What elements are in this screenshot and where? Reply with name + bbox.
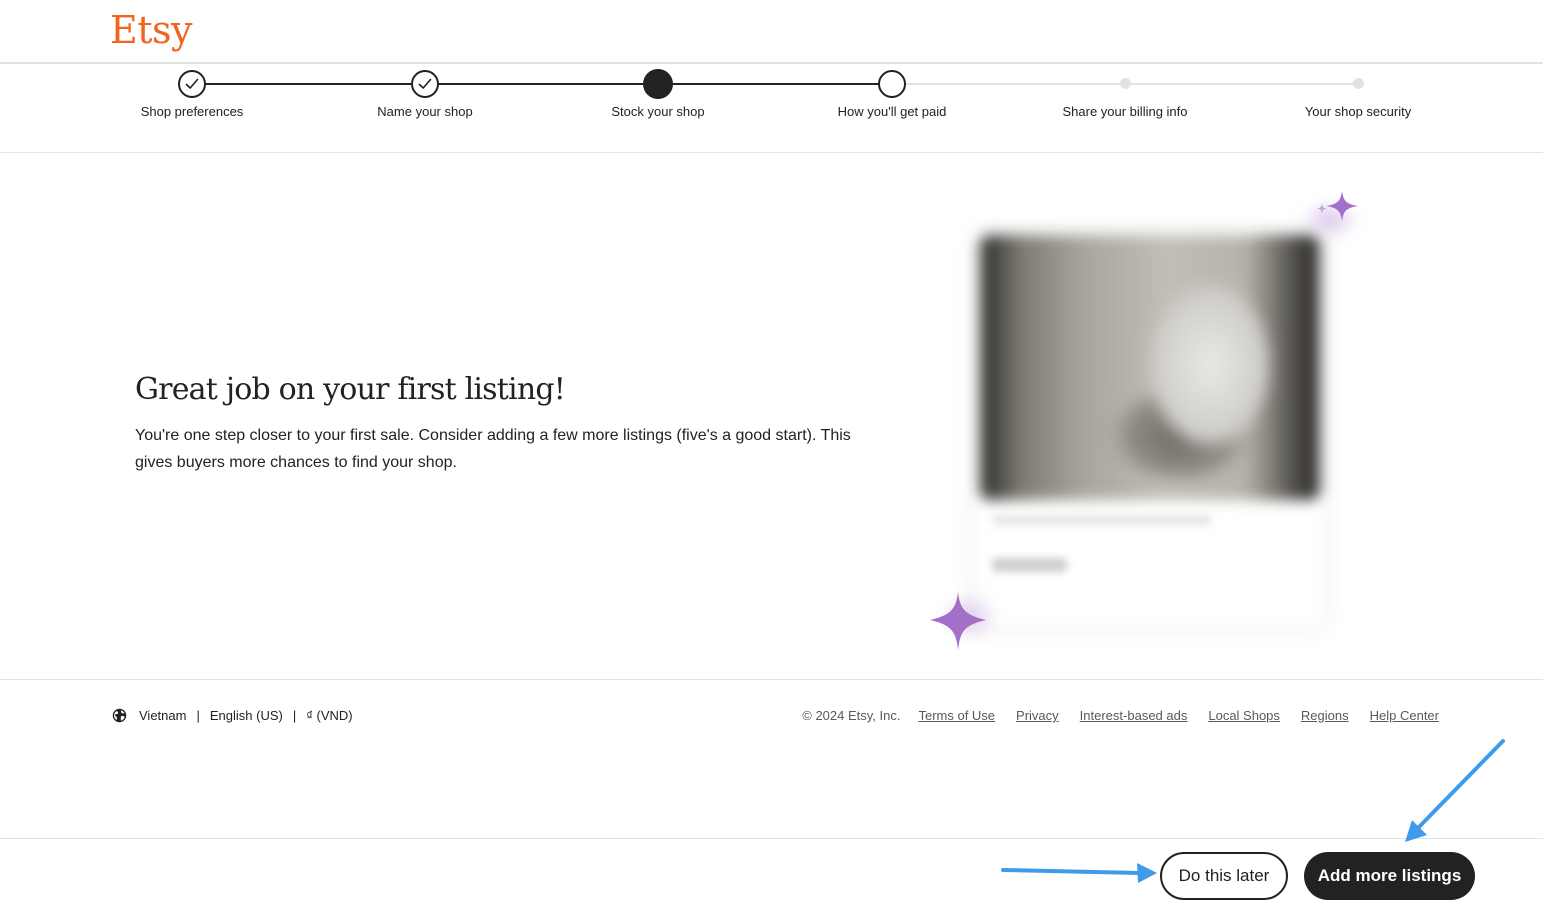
locale-settings[interactable]: Vietnam | English (US) | ₫ (VND) [112,708,353,723]
regions-link[interactable]: Regions [1301,708,1349,723]
privacy-link[interactable]: Privacy [1016,708,1059,723]
site-footer: Vietnam | English (US) | ₫ (VND) © 2024 … [0,679,1543,839]
etsy-logo[interactable]: Etsy [110,8,192,52]
footer-links: © 2024 Etsy, Inc. Terms of Use Privacy I… [802,708,1439,723]
terms-of-use-link[interactable]: Terms of Use [918,708,995,723]
local-shops-link[interactable]: Local Shops [1208,708,1280,723]
globe-icon [112,708,127,723]
bottom-action-bar: Do this later Add more listings [0,838,1543,907]
step-label: Shop preferences [140,104,244,119]
current-step-dot [643,69,673,99]
language-label: English (US) [209,708,283,723]
check-icon [411,70,439,98]
currency-label: ₫ (VND) [306,708,353,723]
step-label: Stock your shop [611,104,705,119]
site-header: Etsy [0,0,1543,64]
step-label: How you'll get paid [837,104,947,119]
interest-based-ads-link[interactable]: Interest-based ads [1080,708,1188,723]
listing-photo-blurred [980,235,1320,500]
step-label: Your shop security [1304,104,1412,119]
step-label: Name your shop [377,104,473,119]
sparkle-icon [930,592,986,650]
upcoming-step-dot [1352,78,1364,89]
do-this-later-button[interactable]: Do this later [1160,852,1288,900]
separator: | [196,708,200,723]
step-label: Share your billing info [1062,104,1188,119]
listing-price-placeholder [992,558,1067,572]
check-icon [178,70,206,98]
upcoming-step-dot [1119,78,1131,89]
listing-title-placeholder [992,515,1212,525]
listing-preview-illustration [920,180,1370,660]
sparkle-icon [1317,191,1358,221]
country-label: Vietnam [139,708,187,723]
progress-line-current [658,83,892,85]
copyright-text: © 2024 Etsy, Inc. [802,708,901,723]
help-center-link[interactable]: Help Center [1370,708,1439,723]
next-step-circle [878,70,906,98]
page-title: Great job on your first listing! [135,372,566,407]
page-description: You're one step closer to your first sal… [135,427,851,471]
add-more-listings-button[interactable]: Add more listings [1304,852,1475,900]
onboarding-stepper: Shop preferences Name your shop Stock yo… [0,64,1543,153]
separator: | [292,708,297,723]
